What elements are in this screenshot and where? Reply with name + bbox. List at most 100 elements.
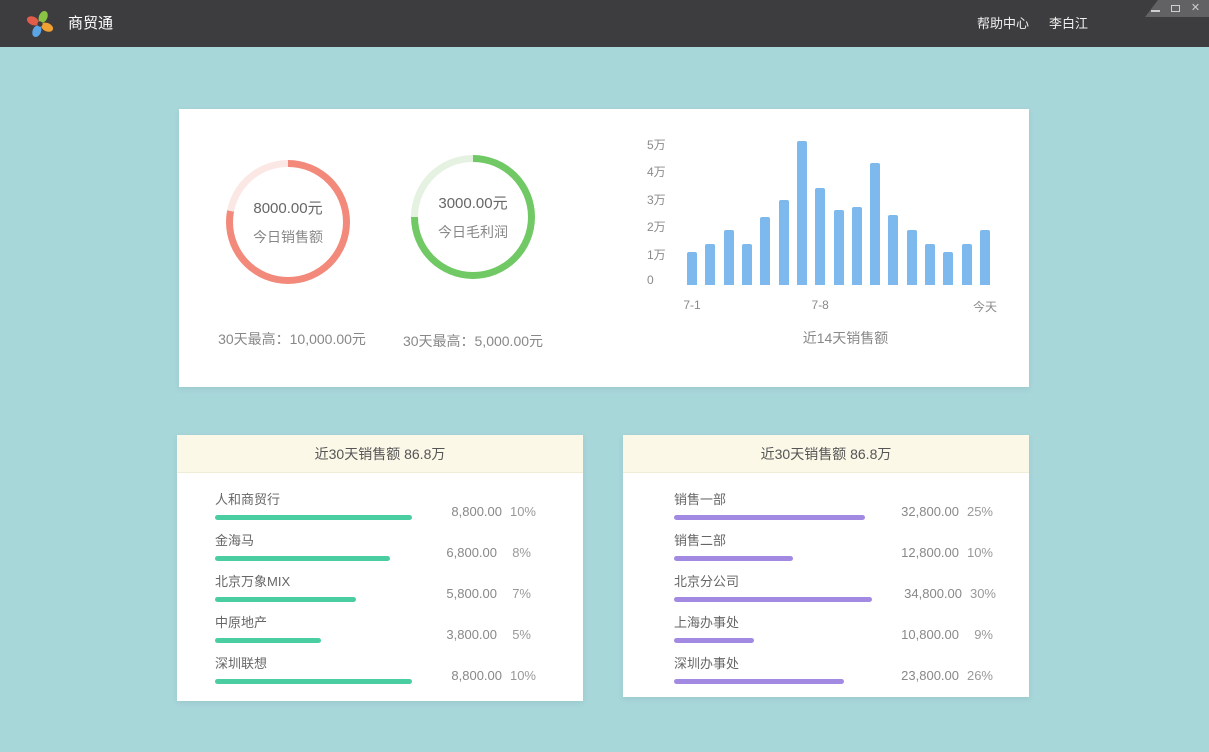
list-item: 深圳联想8,800.0010%	[215, 653, 531, 684]
list-item-label: 销售一部	[674, 489, 869, 508]
list-item: 深圳办事处23,800.0026%	[674, 653, 993, 684]
app-logo-pinwheel-icon	[24, 8, 56, 40]
department-sales-card: 近30天销售额 86.8万 销售一部32,800.0025% 销售二部12,800…	[623, 435, 1029, 697]
progress-bar	[215, 597, 356, 602]
customer-sales-card-title: 近30天销售额 86.8万	[177, 435, 583, 473]
list-item: 人和商贸行8,800.0010%	[215, 489, 531, 520]
list-item-label: 深圳办事处	[674, 653, 869, 672]
sales-bar	[943, 252, 953, 285]
sales-bar	[962, 244, 972, 285]
today-profit-30d-max: 30天最高：5,000.00元	[363, 331, 583, 351]
list-item-percent: 10%	[959, 545, 993, 560]
today-sales-donut: 8000.00元 今日销售额	[226, 160, 350, 284]
list-item-label: 深圳联想	[215, 653, 412, 672]
list-item-amount: 34,800.00	[872, 586, 962, 601]
list-item-label: 金海马	[215, 530, 407, 549]
list-item-label: 上海办事处	[674, 612, 869, 631]
sales-bar	[980, 230, 990, 285]
list-item-amount: 32,800.00	[869, 504, 959, 519]
x-axis-tick: 7-8	[812, 298, 829, 312]
sales-bar	[742, 244, 752, 285]
sales-bar	[925, 244, 935, 285]
customer-sales-card: 近30天销售额 86.8万 人和商贸行8,800.0010%金海马6,800.0…	[177, 435, 583, 701]
list-item: 销售一部32,800.0025%	[674, 489, 993, 520]
list-item-amount: 6,800.00	[407, 545, 497, 560]
progress-bar	[215, 556, 390, 561]
progress-bar	[674, 597, 872, 602]
today-sales-value: 8000.00元	[253, 197, 323, 218]
sales-bar	[797, 141, 807, 285]
list-item-amount: 3,800.00	[407, 627, 497, 642]
x-axis-tick: 今天	[973, 298, 997, 315]
sales-bar	[888, 215, 898, 285]
list-item-percent: 30%	[962, 586, 996, 601]
list-item: 金海马6,800.008%	[215, 530, 531, 561]
sales-bar-plot	[687, 135, 990, 285]
overview-card: 8000.00元 今日销售额 30天最高：10,000.00元 3000.00元…	[179, 109, 1029, 387]
sales-bar	[779, 200, 789, 285]
sales-bar	[834, 210, 844, 285]
x-axis-tick: 7-1	[683, 298, 700, 312]
y-axis-tick: 3万	[647, 191, 687, 208]
progress-bar	[215, 679, 412, 684]
close-icon[interactable]: ✕	[1190, 3, 1201, 14]
list-item-amount: 10,800.00	[869, 627, 959, 642]
list-item-percent: 10%	[502, 668, 536, 683]
list-item-label: 人和商贸行	[215, 489, 412, 508]
window-controls: ✕	[1145, 0, 1209, 17]
list-item-percent: 10%	[502, 504, 536, 519]
today-profit-label: 今日毛利润	[438, 222, 508, 242]
list-item: 北京万象MIX5,800.007%	[215, 571, 531, 602]
help-center-link[interactable]: 帮助中心	[977, 0, 1029, 47]
sales-bar	[907, 230, 917, 285]
progress-bar	[215, 515, 412, 520]
y-axis-tick: 5万	[647, 136, 687, 153]
maximize-icon[interactable]	[1170, 3, 1181, 14]
department-sales-list: 销售一部32,800.0025% 销售二部12,800.0010% 北京分公司34,…	[623, 473, 1029, 684]
list-item: 上海办事处10,800.009%	[674, 612, 993, 643]
progress-bar	[674, 638, 754, 643]
list-item-amount: 5,800.00	[407, 586, 497, 601]
list-item-label: 销售二部	[674, 530, 869, 549]
sales-chart-title: 近14天销售额	[693, 328, 998, 348]
y-axis-tick: 2万	[647, 218, 687, 235]
list-item: 北京分公司34,800.0030%	[674, 571, 993, 602]
app-title: 商贸通	[68, 0, 113, 47]
y-axis-tick: 1万	[647, 246, 687, 263]
list-item-percent: 9%	[959, 627, 993, 642]
progress-bar	[674, 679, 844, 684]
list-item-percent: 8%	[497, 545, 531, 560]
sales-bar	[870, 163, 880, 285]
department-sales-card-title: 近30天销售额 86.8万	[623, 435, 1029, 473]
minimize-icon[interactable]	[1150, 3, 1161, 14]
sales-bar	[705, 244, 715, 285]
today-sales-label: 今日销售额	[253, 227, 323, 247]
list-item-label: 北京万象MIX	[215, 571, 407, 590]
progress-bar	[215, 638, 321, 643]
list-item-percent: 7%	[497, 586, 531, 601]
today-profit-value: 3000.00元	[438, 192, 508, 213]
sales-bar	[724, 230, 734, 285]
progress-bar	[674, 515, 865, 520]
sales-bar	[815, 188, 825, 285]
sales-bar	[687, 252, 697, 285]
progress-bar	[674, 556, 793, 561]
today-profit-donut: 3000.00元 今日毛利润	[411, 155, 535, 279]
list-item-amount: 12,800.00	[869, 545, 959, 560]
current-user-link[interactable]: 李白江	[1049, 0, 1088, 47]
list-item-percent: 25%	[959, 504, 993, 519]
list-item-label: 中原地产	[215, 612, 407, 631]
list-item-amount: 8,800.00	[412, 668, 502, 683]
sales-bar	[760, 217, 770, 286]
list-item-percent: 5%	[497, 627, 531, 642]
list-item-amount: 8,800.00	[412, 504, 502, 519]
list-item-label: 北京分公司	[674, 571, 872, 590]
list-item: 销售二部12,800.0010%	[674, 530, 993, 561]
sales-bar	[852, 207, 862, 285]
customer-sales-list: 人和商贸行8,800.0010%金海马6,800.008%北京万象MIX5,80…	[177, 473, 583, 684]
list-item-percent: 26%	[959, 668, 993, 683]
titlebar: 商贸通 帮助中心 李白江 ✕	[0, 0, 1209, 47]
y-axis-tick: 0	[647, 273, 687, 287]
list-item: 中原地产3,800.005%	[215, 612, 531, 643]
y-axis-tick: 4万	[647, 163, 687, 180]
